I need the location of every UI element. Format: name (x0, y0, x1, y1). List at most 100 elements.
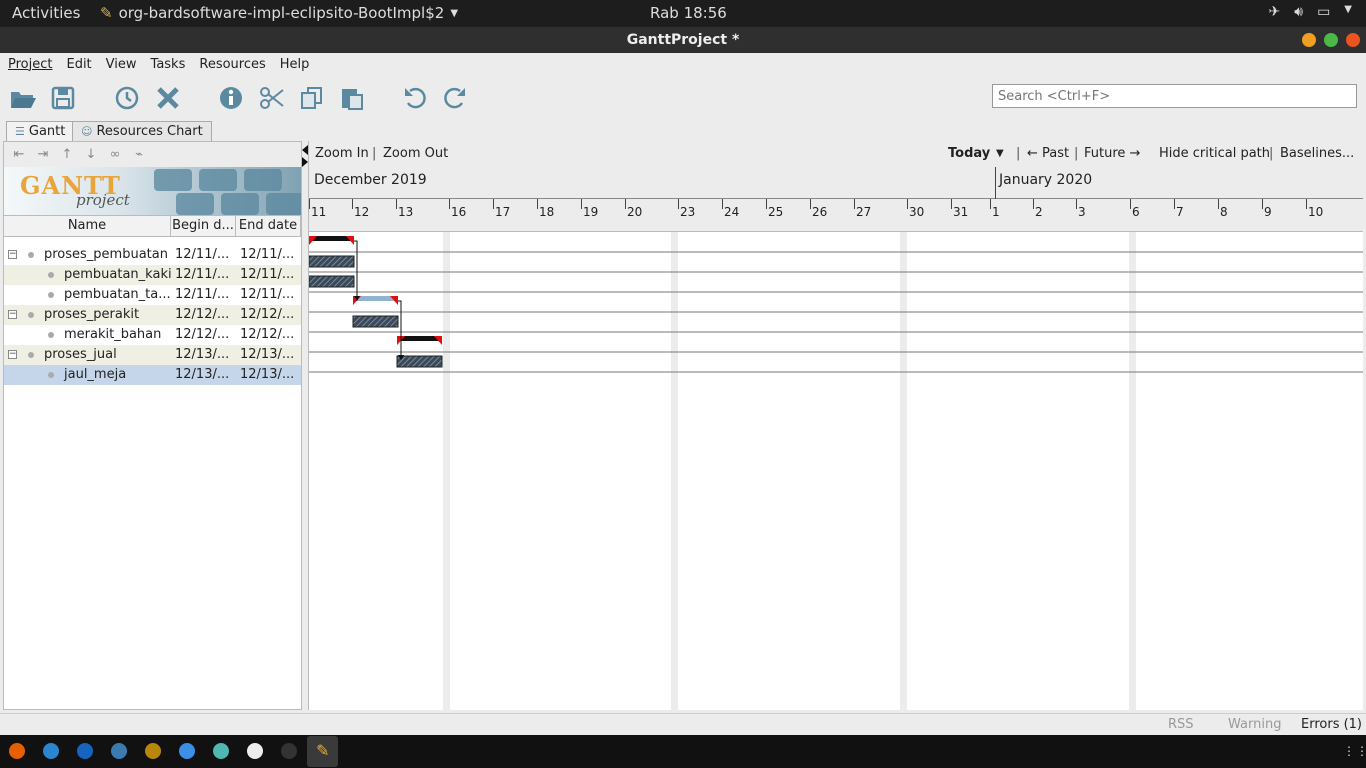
dependency-line (398, 300, 402, 355)
column-end[interactable]: End date (236, 216, 301, 236)
task-bullet-icon (28, 312, 34, 318)
tab-resources-chart[interactable]: ☺ Resources Chart (72, 121, 212, 141)
today-button[interactable]: Today (948, 146, 990, 161)
hide-critical-path-button[interactable]: Hide critical path (1159, 146, 1270, 161)
app-menu[interactable]: ✎ org-bardsoftware-impl-eclipsito-BootIm… (100, 4, 458, 22)
redo-icon[interactable] (440, 83, 470, 113)
task-bullet-icon (48, 272, 54, 278)
collapse-toggle-icon[interactable]: − (8, 350, 17, 359)
task-tree-toolbar: ⇤ ⇥ ↑ ↓ ∞ ⌁ (4, 142, 301, 167)
gantt-bars (309, 232, 1363, 710)
indent-icon[interactable]: ⇥ (34, 146, 52, 162)
warning-status[interactable]: Warning (1228, 717, 1281, 732)
day-label: 23 (680, 205, 696, 219)
activities-button[interactable]: Activities (12, 4, 80, 22)
amazon-icon[interactable] (247, 743, 263, 759)
task-name: merakit_bahan (64, 327, 162, 342)
column-begin[interactable]: Begin d... (171, 216, 236, 236)
day-tick (678, 199, 679, 209)
copy-icon[interactable] (297, 83, 327, 113)
day-label: 27 (856, 205, 872, 219)
open-folder-icon[interactable] (8, 83, 38, 113)
zoom-in-button[interactable]: Zoom In (315, 146, 369, 161)
tab-gantt[interactable]: ☰ Gantt (6, 121, 75, 141)
collapse-toggle-icon[interactable]: − (8, 250, 17, 259)
table-row[interactable]: − proses_perakit 12/12/... 12/12/... (4, 305, 301, 325)
table-row[interactable]: − proses_pembuatan 12/11/... 12/11/... (4, 245, 301, 265)
weekend-stripe (443, 232, 450, 710)
software-icon[interactable] (179, 743, 195, 759)
minimize-button[interactable] (1302, 33, 1316, 47)
unlink-icon[interactable]: ⌁ (130, 146, 148, 162)
cut-icon[interactable] (257, 83, 287, 113)
undo-icon[interactable] (400, 83, 430, 113)
table-row[interactable]: jaul_meja 12/13/... 12/13/... (4, 365, 301, 385)
search-input[interactable] (992, 84, 1357, 108)
day-label: 31 (953, 205, 969, 219)
task-bar (309, 255, 355, 268)
future-button[interactable]: Future → (1084, 146, 1140, 161)
table-row[interactable]: merakit_bahan 12/12/... 12/12/... (4, 325, 301, 345)
move-up-icon[interactable]: ↑ (58, 146, 76, 162)
table-row[interactable]: pembuatan_ta... 12/11/... 12/11/... (4, 285, 301, 305)
move-down-icon[interactable]: ↓ (82, 146, 100, 162)
gantt-grid (309, 232, 1363, 710)
day-label: 20 (627, 205, 643, 219)
firefox-icon[interactable] (9, 743, 25, 759)
task-tree-panel: ⇤ ⇥ ↑ ↓ ∞ ⌁ GANTT project Name Begin d..… (3, 141, 302, 710)
link-icon[interactable]: ∞ (106, 146, 124, 162)
task-begin: 12/12/... (175, 327, 230, 342)
rss-status[interactable]: RSS (1168, 717, 1194, 732)
menu-help[interactable]: Help (280, 53, 310, 77)
errors-status[interactable]: Errors (1) (1301, 717, 1362, 732)
task-name: proses_jual (44, 347, 117, 362)
paste-icon[interactable] (337, 83, 367, 113)
info-icon[interactable] (216, 83, 246, 113)
day-tick (907, 199, 908, 209)
task-name: proses_perakit (44, 307, 140, 322)
app-icon[interactable] (213, 743, 229, 759)
show-apps-icon[interactable]: ⋮⋮⋮ (1343, 744, 1366, 758)
past-button[interactable]: ← Past (1027, 146, 1069, 161)
browser-icon[interactable] (77, 743, 93, 759)
collapse-toggle-icon[interactable]: − (8, 310, 17, 319)
close-button[interactable] (1346, 33, 1360, 47)
menu-tasks[interactable]: Tasks (151, 53, 186, 77)
day-tick (581, 199, 582, 209)
menu-resources[interactable]: Resources (199, 53, 265, 77)
task-end: 12/13/... (240, 367, 295, 382)
window-title: GanttProject * (626, 32, 740, 48)
outdent-icon[interactable]: ⇤ (10, 146, 28, 162)
delete-icon[interactable] (153, 83, 183, 113)
clock[interactable]: Rab 18:56 (650, 4, 727, 22)
column-name[interactable]: Name (4, 216, 171, 236)
task-bullet-icon (28, 252, 34, 258)
baselines-button[interactable]: Baselines... (1280, 146, 1354, 161)
gantt-tab-icon: ☰ (15, 125, 25, 138)
task-begin: 12/12/... (175, 307, 230, 322)
menu-view[interactable]: View (106, 53, 137, 77)
system-tray[interactable]: ✈ 🔊︎ ▭ ▼ (1269, 4, 1353, 20)
airplane-icon: ✈ (1268, 4, 1281, 20)
table-row[interactable]: pembuatan_kaki 12/11/... 12/11/... (4, 265, 301, 285)
save-icon[interactable] (48, 83, 78, 113)
day-label: 2 (1035, 205, 1043, 219)
zoom-out-button[interactable]: Zoom Out (383, 146, 448, 161)
rhythmbox-icon[interactable] (145, 743, 161, 759)
maximize-button[interactable] (1324, 33, 1338, 47)
history-icon[interactable] (112, 83, 142, 113)
files-icon[interactable] (111, 743, 127, 759)
thunderbird-icon[interactable] (43, 743, 59, 759)
chevron-down-icon[interactable]: ▼ (996, 148, 1004, 159)
task-begin: 12/11/... (175, 247, 230, 262)
day-label: 24 (724, 205, 740, 219)
table-row[interactable]: − proses_jual 12/13/... 12/13/... (4, 345, 301, 365)
menu-edit[interactable]: Edit (66, 53, 91, 77)
day-tick (1262, 199, 1263, 209)
terminal-icon[interactable] (281, 743, 297, 759)
day-tick (1306, 199, 1307, 209)
ganttproject-dock-icon[interactable]: ✎ (307, 736, 338, 767)
menu-project[interactable]: Project (8, 53, 52, 77)
day-label: 16 (451, 205, 467, 219)
tab-resources-label: Resources Chart (96, 124, 203, 139)
